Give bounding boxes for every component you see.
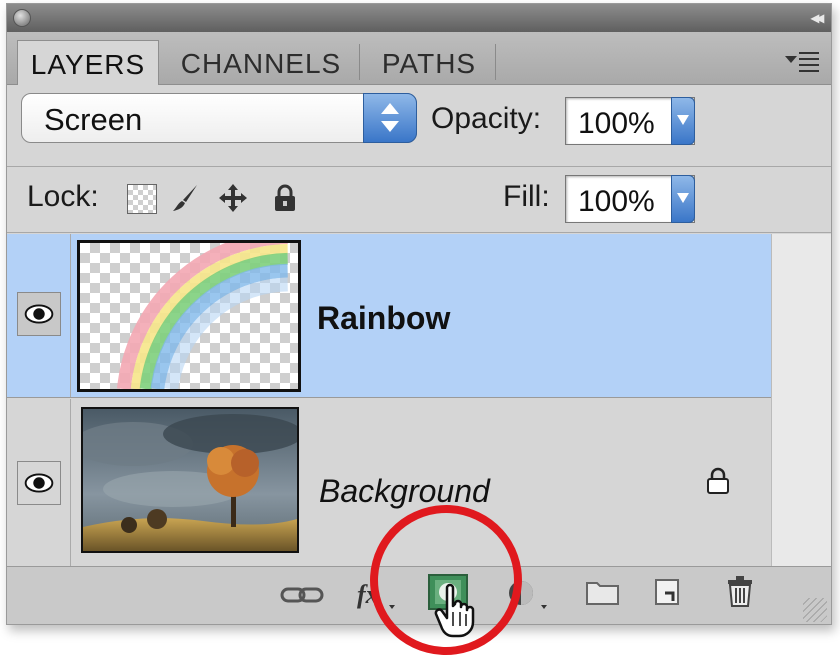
background-layer-thumbnail[interactable]: [81, 407, 299, 553]
fill-field[interactable]: 100%: [565, 175, 695, 223]
opacity-label: Opacity:: [431, 102, 542, 135]
layer-locked-icon: [707, 467, 729, 494]
lock-all-icon[interactable]: [269, 182, 301, 214]
layers-list: Rainbow Background: [7, 234, 771, 566]
opacity-field[interactable]: 100%: [565, 97, 695, 145]
panel-title-bar[interactable]: ◂◂: [7, 4, 831, 32]
lock-image-pixels-icon[interactable]: [169, 182, 201, 214]
layer-name-background[interactable]: Background: [319, 473, 490, 510]
divider: [7, 166, 831, 167]
blend-opacity-row: Screen Opacity: 100%: [7, 84, 831, 166]
fill-label: Fill:: [503, 180, 550, 213]
rainbow-layer-thumbnail[interactable]: [77, 240, 301, 392]
layer-row-rainbow[interactable]: Rainbow: [7, 234, 771, 398]
blend-mode-value: Screen: [44, 102, 143, 137]
visibility-column: [7, 234, 71, 397]
blend-mode-select[interactable]: Screen: [21, 93, 417, 143]
lock-position-icon[interactable]: [217, 182, 249, 214]
close-panel-icon[interactable]: [13, 9, 31, 27]
hand-cursor-icon: [434, 583, 475, 638]
resize-grip-icon[interactable]: [803, 598, 827, 622]
opacity-dropdown-arrow-icon[interactable]: [671, 97, 695, 145]
layer-name-rainbow[interactable]: Rainbow: [317, 300, 450, 337]
collapse-panel-icon[interactable]: ◂◂: [811, 8, 824, 28]
tab-channels[interactable]: CHANNELS: [163, 40, 359, 84]
tab-separator: [495, 44, 496, 80]
opacity-value: 100%: [578, 107, 655, 140]
eye-icon[interactable]: [17, 461, 61, 505]
fill-dropdown-arrow-icon[interactable]: [671, 175, 695, 223]
lock-label: Lock:: [27, 180, 99, 213]
fill-value: 100%: [578, 185, 655, 218]
layers-scrollbar[interactable]: [771, 234, 831, 566]
panel-menu-icon[interactable]: [785, 50, 819, 72]
link-layers-icon[interactable]: [279, 581, 325, 609]
panel-tab-bar: LAYERS CHANNELS PATHS: [7, 32, 831, 85]
delete-layer-icon[interactable]: [725, 573, 755, 609]
divider: [7, 232, 831, 233]
eye-icon[interactable]: [17, 292, 61, 336]
tab-separator: [359, 44, 360, 80]
blend-mode-stepper-icon[interactable]: [363, 93, 417, 143]
new-group-icon[interactable]: [585, 579, 621, 607]
tab-paths[interactable]: PATHS: [363, 40, 495, 84]
lock-transparent-pixels-icon[interactable]: [127, 184, 157, 214]
new-layer-icon[interactable]: [653, 577, 683, 609]
tab-layers[interactable]: LAYERS: [17, 40, 159, 85]
visibility-column: [7, 399, 71, 566]
